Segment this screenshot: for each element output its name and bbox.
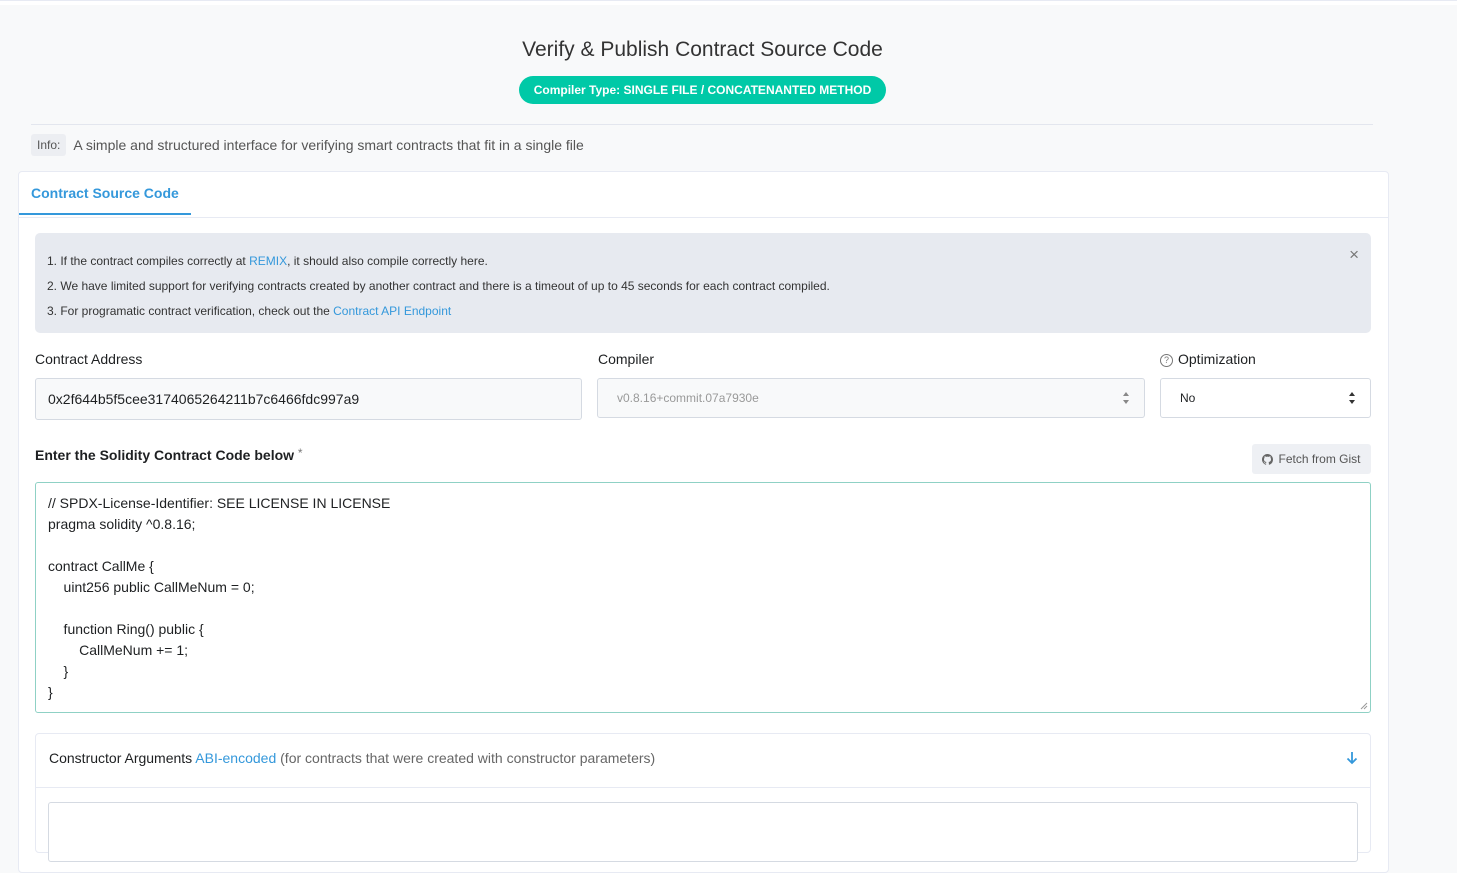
constructor-arguments-title: Constructor Arguments ABI-encoded (for c… (49, 750, 656, 766)
tab-bar: Contract Source Code (19, 172, 1388, 218)
notice-line-1: 1. If the contract compiles correctly at… (47, 254, 488, 268)
info-text: A simple and structured interface for ve… (73, 137, 584, 153)
fetch-from-gist-button[interactable]: Fetch from Gist (1252, 444, 1371, 474)
arrow-down-icon[interactable] (1346, 751, 1358, 765)
constructor-arguments-header[interactable]: Constructor Arguments ABI-encoded (for c… (36, 734, 1370, 788)
page-title: Verify & Publish Contract Source Code (522, 38, 883, 61)
constructor-arguments-input[interactable] (48, 802, 1358, 862)
notice-line-3: 3. For programatic contract verification… (47, 304, 452, 318)
compiler-select[interactable]: v0.8.16+commit.07a7930e (597, 378, 1145, 418)
abi-encoded-link[interactable]: ABI-encoded (195, 750, 276, 766)
notice-alert: 1. If the contract compiles correctly at… (35, 233, 1371, 333)
help-icon[interactable]: ? (1160, 354, 1173, 367)
notice-line-2: 2. We have limited support for verifying… (47, 279, 830, 293)
select-arrows-icon (1349, 392, 1355, 404)
remix-link[interactable]: REMIX (249, 254, 287, 268)
code-label: Enter the Solidity Contract Code below * (35, 446, 303, 463)
optimization-label: ? Optimization (1160, 351, 1256, 367)
required-mark: * (297, 446, 303, 460)
contract-address-label: Contract Address (35, 351, 143, 367)
contract-address-input[interactable]: 0x2f644b5f5cee3174065264211b7c6466fdc997… (35, 378, 582, 420)
optimization-select[interactable]: No (1160, 378, 1371, 418)
github-icon (1262, 453, 1274, 465)
resize-grip-icon[interactable] (1360, 702, 1368, 710)
info-badge: Info: (31, 134, 67, 156)
divider (31, 124, 1373, 125)
constructor-arguments-card: Constructor Arguments ABI-encoded (for c… (35, 733, 1371, 862)
compiler-type-badge: Compiler Type: SINGLE FILE / CONCATENANT… (519, 76, 886, 104)
contract-api-endpoint-link[interactable]: Contract API Endpoint (333, 304, 451, 318)
contract-code-textarea[interactable]: // SPDX-License-Identifier: SEE LICENSE … (35, 482, 1371, 713)
compiler-label: Compiler (598, 351, 655, 367)
tab-contract-source-code[interactable]: Contract Source Code (19, 172, 191, 215)
info-row: Info: A simple and structured interface … (31, 133, 584, 157)
top-border (0, 0, 1457, 5)
close-icon[interactable]: × (1349, 245, 1359, 265)
select-arrows-icon (1123, 392, 1129, 404)
